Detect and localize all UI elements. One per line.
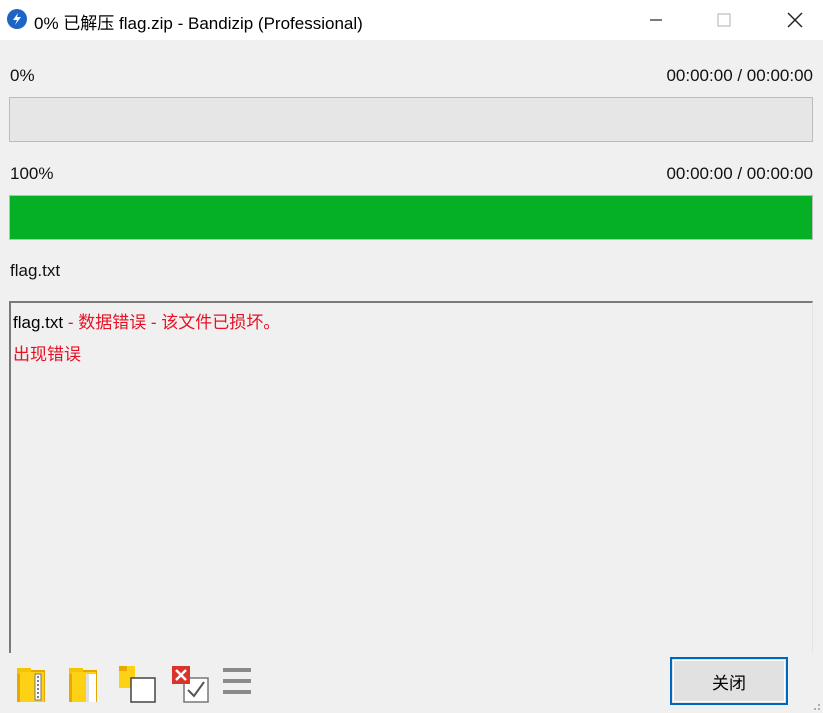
copy-window-icon[interactable] bbox=[117, 664, 156, 704]
log-error-summary: 出现错误 bbox=[13, 345, 81, 364]
total-progress-fill bbox=[10, 196, 812, 239]
title-bar: 0% 已解压 flag.zip - Bandizip (Professional… bbox=[0, 0, 823, 40]
log-file-name: flag.txt bbox=[13, 313, 64, 332]
archive-folder-icon[interactable] bbox=[14, 664, 50, 704]
current-percent-label: 0% bbox=[10, 66, 35, 85]
total-percent-label: 100% bbox=[10, 164, 54, 183]
log-line: flag.txt - 数据错误 - 该文件已损坏。 bbox=[13, 311, 810, 343]
menu-icon[interactable] bbox=[221, 664, 257, 704]
current-time-label: 00:00:00 / 00:00:00 bbox=[666, 66, 813, 85]
total-time-label: 00:00:00 / 00:00:00 bbox=[666, 164, 813, 183]
close-icon bbox=[787, 12, 803, 28]
error-check-icon[interactable] bbox=[170, 664, 209, 704]
close-window-button[interactable] bbox=[770, 0, 820, 40]
resize-grip-icon[interactable] bbox=[811, 701, 821, 711]
log-panel[interactable]: flag.txt - 数据错误 - 该文件已损坏。 出现错误 bbox=[9, 301, 813, 653]
bandizip-icon bbox=[7, 9, 27, 29]
open-folder-icon[interactable] bbox=[66, 664, 102, 704]
log-error-message: - 数据错误 - 该文件已损坏。 bbox=[63, 313, 281, 332]
maximize-icon bbox=[717, 13, 731, 27]
minimize-icon bbox=[650, 19, 662, 21]
current-progress-bar bbox=[9, 97, 813, 142]
maximize-button[interactable] bbox=[699, 0, 749, 40]
current-file-label: flag.txt bbox=[10, 261, 61, 280]
window-title: 0% 已解压 flag.zip - Bandizip (Professional… bbox=[34, 14, 363, 33]
minimize-button[interactable] bbox=[631, 0, 681, 40]
close-button[interactable]: 关闭 bbox=[670, 657, 788, 705]
total-progress-bar bbox=[9, 195, 813, 240]
